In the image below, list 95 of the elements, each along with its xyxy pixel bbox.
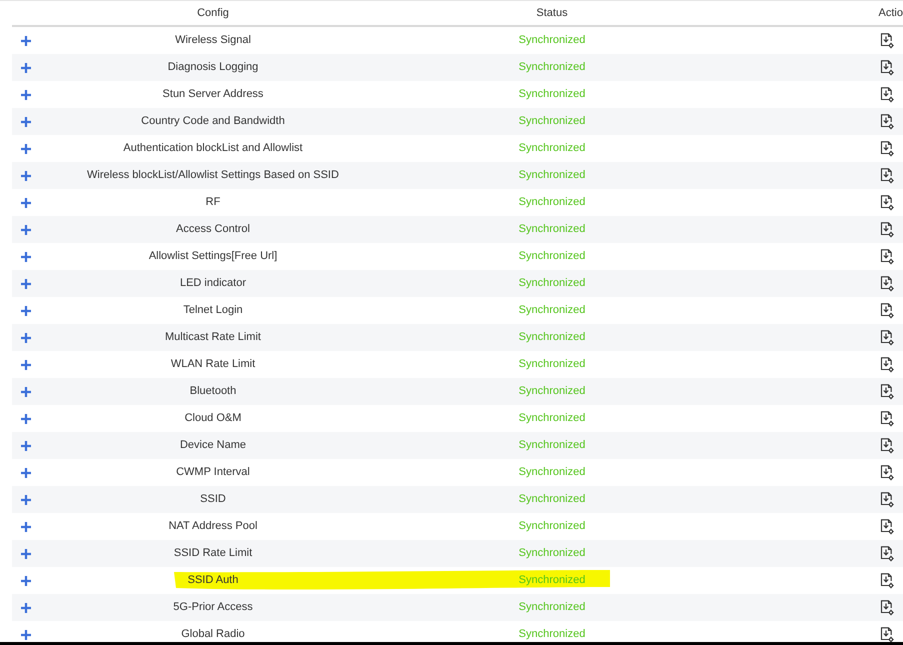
sync-status: Synchronized	[518, 465, 586, 480]
expand-plus-icon[interactable]	[21, 198, 31, 208]
config-name: SSID	[200, 492, 226, 508]
download-settings-icon[interactable]	[880, 600, 894, 616]
config-name: Global Radio	[181, 627, 245, 642]
sync-status: Synchronized	[518, 573, 586, 588]
config-name: SSID Rate Limit	[174, 546, 252, 562]
expand-plus-icon[interactable]	[21, 386, 31, 396]
download-settings-icon[interactable]	[880, 140, 894, 156]
config-name: Access Control	[176, 222, 250, 238]
config-name: Telnet Login	[183, 303, 243, 318]
sync-status: Synchronized	[518, 357, 586, 372]
download-settings-icon[interactable]	[880, 410, 894, 426]
config-name: LED indicator	[180, 276, 246, 292]
config-name: Cloud O&M	[184, 411, 242, 426]
expand-plus-icon[interactable]	[21, 116, 31, 126]
expand-plus-icon[interactable]	[21, 548, 31, 558]
download-settings-icon[interactable]	[880, 194, 894, 210]
sync-status: Synchronized	[518, 492, 586, 508]
expand-plus-icon[interactable]	[21, 360, 31, 370]
download-settings-icon[interactable]	[880, 438, 894, 454]
config-name: WLAN Rate Limit	[170, 357, 256, 372]
sync-status: Synchronized	[518, 249, 586, 264]
config-name: Wireless blockList/Allowlist Settings Based on SSID	[87, 168, 339, 184]
expand-plus-icon[interactable]	[21, 306, 31, 316]
sync-status: Synchronized	[518, 546, 586, 562]
sync-status: Synchronized	[518, 87, 586, 102]
expand-plus-icon[interactable]	[21, 414, 31, 424]
expand-plus-icon[interactable]	[21, 144, 31, 154]
download-settings-icon[interactable]	[880, 114, 894, 130]
expand-plus-icon[interactable]	[21, 170, 31, 180]
config-name: Wireless Signal	[175, 33, 251, 48]
column-header: Actio	[878, 6, 903, 21]
download-settings-icon[interactable]	[880, 384, 894, 400]
sync-status: Synchronized	[518, 168, 586, 184]
config-name: SSID Auth	[188, 573, 238, 588]
expand-plus-icon[interactable]	[21, 576, 31, 586]
expand-plus-icon[interactable]	[21, 630, 31, 640]
sync-status: Synchronized	[518, 222, 586, 238]
expand-plus-icon[interactable]	[21, 36, 31, 46]
sync-status: Synchronized	[518, 600, 586, 616]
sync-status: Synchronized	[518, 60, 586, 76]
config-name: RF	[206, 195, 220, 210]
download-settings-icon[interactable]	[880, 464, 894, 480]
sync-status: Synchronized	[518, 114, 586, 130]
sync-status: Synchronized	[518, 195, 586, 210]
config-name: 5G-Prior Access	[173, 600, 253, 616]
expand-plus-icon[interactable]	[21, 440, 31, 450]
config-name: Authentication blockList and Allowlist	[123, 141, 303, 156]
config-name: Stun Server Address	[162, 87, 264, 102]
sync-status: Synchronized	[518, 411, 586, 426]
download-settings-icon[interactable]	[880, 330, 894, 346]
config-name: NAT Address Pool	[168, 519, 258, 534]
download-settings-icon[interactable]	[880, 276, 894, 292]
sync-status: Synchronized	[518, 627, 586, 642]
expand-plus-icon[interactable]	[21, 468, 31, 478]
config-name: CWMP Interval	[176, 465, 250, 480]
download-settings-icon[interactable]	[880, 546, 894, 562]
sync-status: Synchronized	[518, 330, 586, 346]
expand-plus-icon[interactable]	[21, 90, 31, 100]
sync-status: Synchronized	[518, 141, 586, 156]
sync-status: Synchronized	[518, 33, 586, 48]
expand-plus-icon[interactable]	[21, 252, 31, 262]
download-settings-icon[interactable]	[880, 32, 894, 48]
sync-status: Synchronized	[518, 519, 586, 534]
expand-plus-icon[interactable]	[21, 278, 31, 288]
sync-status: Synchronized	[518, 438, 586, 454]
config-name: Bluetooth	[190, 384, 236, 400]
download-settings-icon[interactable]	[880, 356, 894, 372]
expand-plus-icon[interactable]	[21, 602, 31, 612]
column-header: Status	[536, 6, 568, 21]
download-settings-icon[interactable]	[880, 572, 894, 588]
download-settings-icon[interactable]	[880, 518, 894, 534]
expand-plus-icon[interactable]	[21, 332, 31, 342]
sync-status: Synchronized	[518, 384, 586, 400]
expand-plus-icon[interactable]	[21, 62, 31, 72]
config-name: Diagnosis Logging	[168, 60, 258, 76]
column-header: Config	[197, 6, 229, 21]
sync-status: Synchronized	[518, 303, 586, 318]
download-settings-icon[interactable]	[880, 626, 894, 642]
expand-plus-icon[interactable]	[21, 224, 31, 234]
download-settings-icon[interactable]	[880, 168, 894, 184]
download-settings-icon[interactable]	[880, 492, 894, 508]
config-name: Multicast Rate Limit	[165, 330, 261, 346]
config-name: Device Name	[180, 438, 246, 454]
download-settings-icon[interactable]	[880, 222, 894, 238]
config-name: Country Code and Bandwidth	[141, 114, 285, 130]
download-settings-icon[interactable]	[880, 248, 894, 264]
sync-status: Synchronized	[518, 276, 586, 292]
download-settings-icon[interactable]	[880, 86, 894, 102]
config-name: Allowlist Settings[Free Url]	[148, 249, 278, 264]
download-settings-icon[interactable]	[880, 302, 894, 318]
download-settings-icon[interactable]	[880, 60, 894, 76]
expand-plus-icon[interactable]	[21, 522, 31, 532]
expand-plus-icon[interactable]	[21, 494, 31, 504]
